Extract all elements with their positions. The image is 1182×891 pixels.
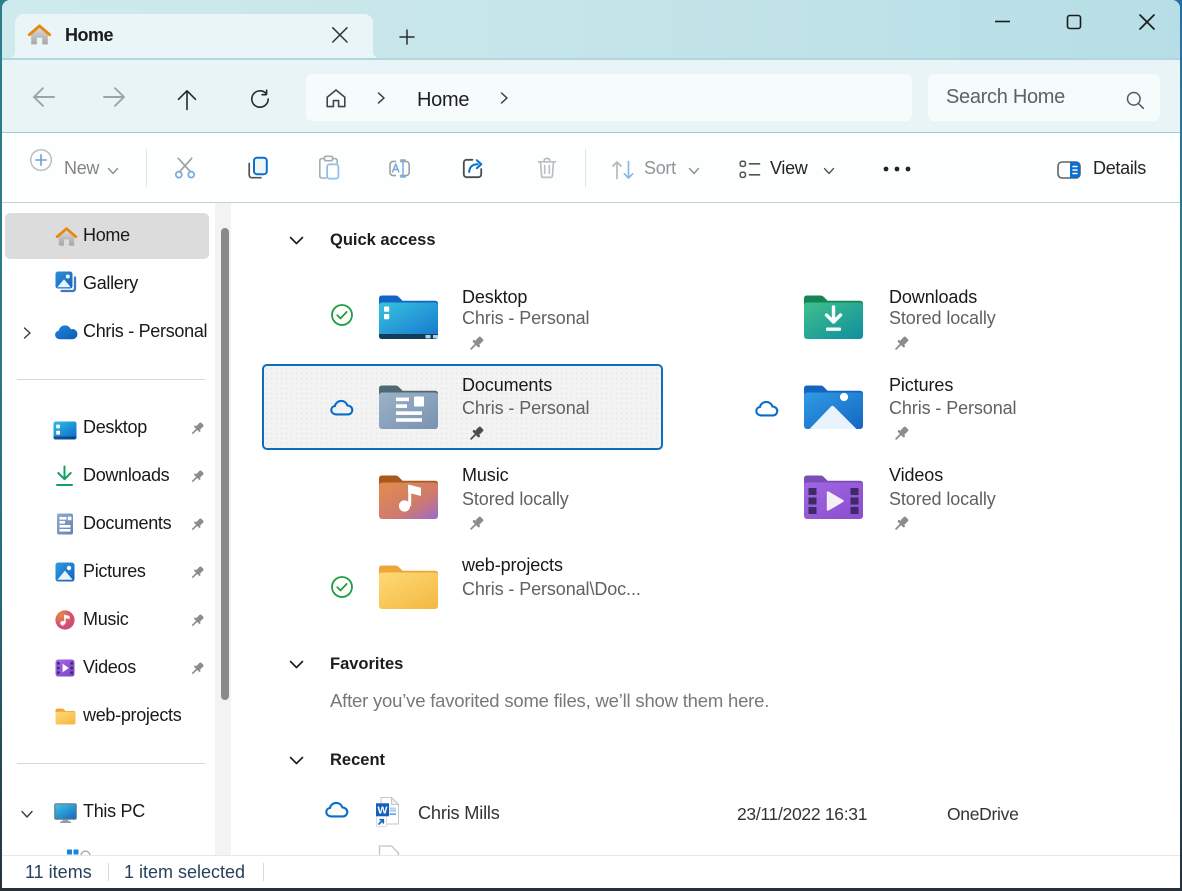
svg-text:W: W xyxy=(378,805,388,817)
